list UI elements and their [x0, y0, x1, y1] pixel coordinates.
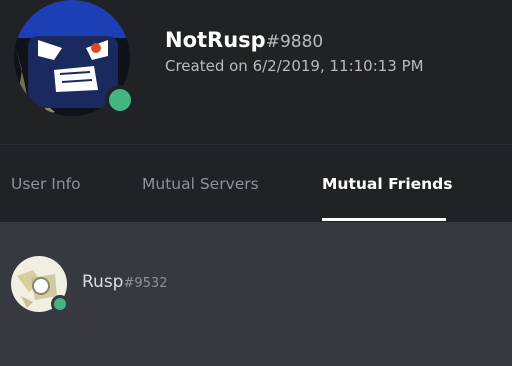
- online-status-icon: [105, 85, 135, 115]
- profile-header: NotRusp#9880 Created on 6/2/2019, 11:10:…: [0, 0, 512, 144]
- profile-username: NotRusp: [165, 28, 266, 52]
- friend-name: Rusp#9532: [82, 272, 167, 292]
- tab-mutual-friends[interactable]: Mutual Friends: [322, 175, 453, 193]
- list-item[interactable]: Rusp#9532: [0, 252, 512, 316]
- profile-created-date: Created on 6/2/2019, 11:10:13 PM: [165, 57, 424, 75]
- profile-discriminator: #9880: [265, 32, 324, 52]
- friend-username: Rusp: [82, 272, 124, 292]
- tab-user-info[interactable]: User Info: [11, 175, 81, 193]
- profile-name: NotRusp#9880: [165, 26, 323, 56]
- friend-discriminator: #9532: [123, 276, 168, 291]
- mutual-friends-list: Rusp#9532: [0, 222, 512, 366]
- active-tab-indicator: [322, 218, 446, 221]
- tab-mutual-servers[interactable]: Mutual Servers: [142, 175, 259, 193]
- friend-online-status-icon: [51, 295, 69, 313]
- profile-tabs: User Info Mutual Servers Mutual Friends: [0, 144, 512, 222]
- user-profile-modal: NotRusp#9880 Created on 6/2/2019, 11:10:…: [0, 0, 512, 366]
